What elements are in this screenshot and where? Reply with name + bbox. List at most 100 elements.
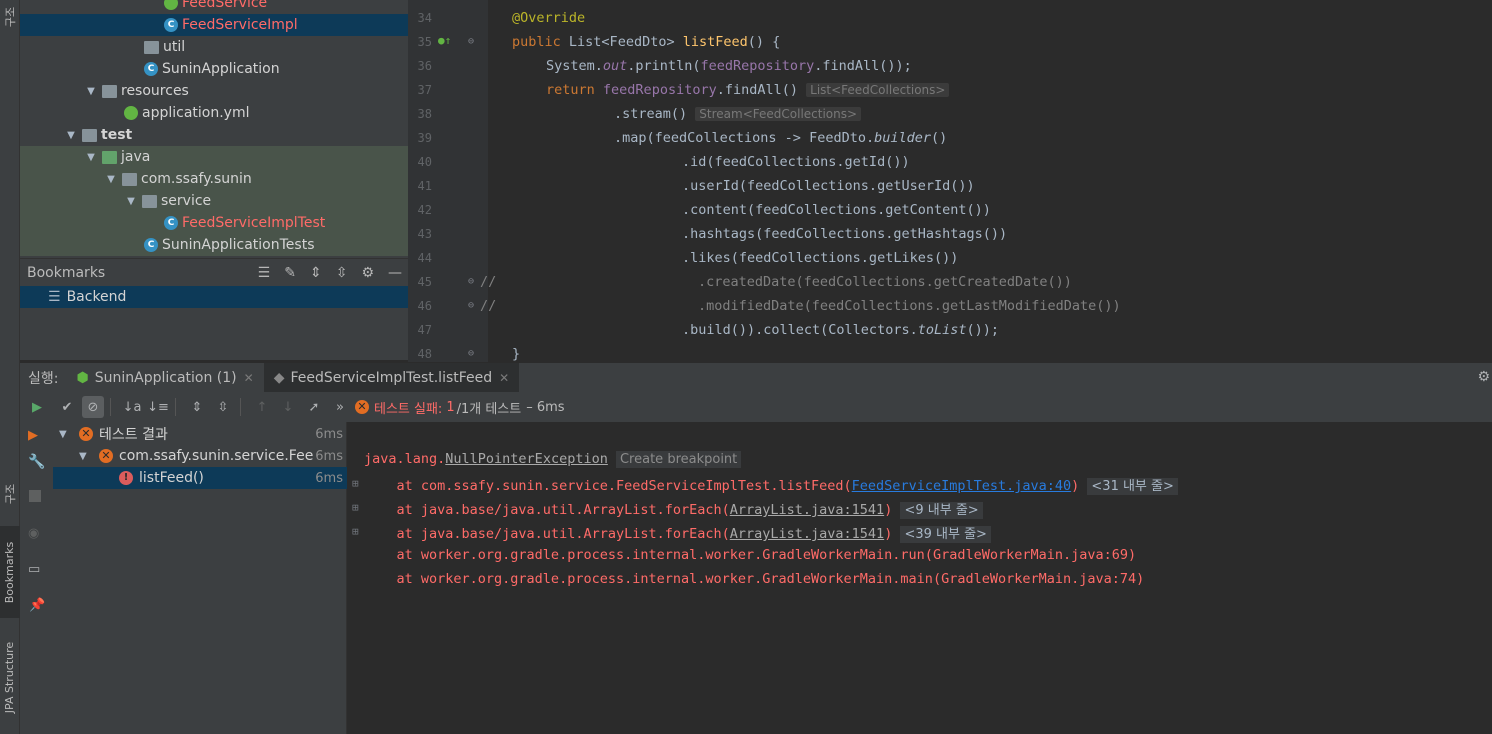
internal-lines-box[interactable]: <31 내부 줄>: [1087, 478, 1178, 495]
chevron-down-icon[interactable]: ▼: [79, 451, 93, 462]
gear-icon[interactable]: ⚙: [361, 265, 374, 281]
source-link[interactable]: ArrayList.java:1541: [730, 502, 884, 518]
close-icon[interactable]: ✕: [244, 371, 254, 385]
import-tests-icon[interactable]: ➚: [303, 396, 325, 418]
fail-icon: ✕: [355, 400, 369, 414]
expand-icon[interactable]: ⊞: [352, 525, 359, 538]
internal-lines-box[interactable]: <39 내부 줄>: [900, 526, 991, 543]
minimize-icon[interactable]: —: [388, 265, 402, 281]
console-output[interactable]: java.lang.NullPointerException Create br…: [348, 422, 1492, 734]
test-time: 6ms: [315, 470, 343, 486]
tree-item-service[interactable]: ▼ service: [20, 190, 408, 212]
layout-icon[interactable]: ▭: [28, 562, 40, 577]
code-line-36: System.out.println(feedRepository.findAl…: [546, 58, 912, 74]
fold-icon[interactable]: ⊖: [468, 300, 474, 311]
line-number: 38: [417, 107, 432, 121]
add-list-icon[interactable]: ☰: [258, 265, 271, 281]
view-icon[interactable]: ◉: [28, 526, 39, 541]
code-line-39: .map(feedCollections -> FeedDto.builder(…: [614, 130, 948, 146]
fold-icon[interactable]: ⊖: [468, 36, 474, 47]
tree-item-com-ssafy-sunin[interactable]: ▼ com.ssafy.sunin: [20, 168, 408, 190]
chevron-down-icon[interactable]: ▼: [84, 86, 98, 97]
collapse-all-icon[interactable]: ⇳: [336, 265, 348, 281]
show-ignored-icon[interactable]: ⊘: [82, 396, 104, 418]
chevron-down-icon[interactable]: ▼: [84, 152, 98, 163]
gear-icon[interactable]: ⚙: [1477, 369, 1490, 385]
tree-item-resources[interactable]: ▼ resources: [20, 80, 408, 102]
create-breakpoint-link[interactable]: Create breakpoint: [615, 451, 742, 468]
code-line-45-prefix: //: [480, 274, 497, 290]
bookmarks-header: Bookmarks ☰ ✎ ⇕ ⇳ ⚙ —: [20, 258, 408, 286]
next-failed-icon[interactable]: ↓: [277, 396, 299, 418]
show-passed-icon[interactable]: ✔: [56, 396, 78, 418]
line-number: 45: [417, 275, 432, 289]
jpa-structure-tab-label: JPA Structure: [3, 641, 17, 713]
test-root[interactable]: ▼ ✕ 테스트 결과 6ms: [53, 423, 347, 445]
tree-item-util[interactable]: util: [20, 36, 408, 58]
chevron-down-icon[interactable]: ▼: [59, 429, 73, 440]
tree-item-suninapplicationtests[interactable]: C SuninApplicationTests: [20, 234, 408, 256]
line-number: 47: [417, 323, 432, 337]
structure-tab-bottom[interactable]: 구조: [0, 470, 20, 518]
close-icon[interactable]: ✕: [499, 371, 509, 385]
stop-icon[interactable]: [29, 490, 41, 502]
more-icon[interactable]: »: [329, 396, 351, 418]
editor-gutter: 34 35 36 37 38 39 40 41 42 43 44 45 46 4…: [408, 0, 488, 362]
exception-link[interactable]: NullPointerException: [445, 451, 608, 467]
error-icon: !: [119, 471, 133, 485]
chevron-down-icon[interactable]: ▼: [64, 130, 78, 141]
sort-duration-icon[interactable]: ↓≡: [147, 396, 169, 418]
expand-all-icon[interactable]: ⇕: [186, 396, 208, 418]
exception-line: java.lang.NullPointerException Create br…: [364, 451, 742, 468]
line-number: 46: [417, 299, 432, 313]
source-link[interactable]: ArrayList.java:1541: [730, 526, 884, 542]
fold-icon[interactable]: ⊖: [468, 348, 474, 359]
test-root-label: 테스트 결과: [99, 427, 168, 443]
bookmark-item-backend[interactable]: ☰ Backend: [20, 286, 408, 308]
test-method-row[interactable]: ! listFeed() 6ms: [53, 467, 347, 489]
run-tab-suninapplication[interactable]: ⬢ SuninApplication (1) ✕: [66, 363, 263, 393]
tree-item-application-yml[interactable]: application.yml: [20, 102, 408, 124]
type-hint: Stream<FeedCollections>: [695, 107, 862, 121]
tree-item-feedservice[interactable]: FeedService: [20, 0, 408, 14]
chevron-down-icon[interactable]: ▼: [124, 196, 138, 207]
structure-tab[interactable]: 구조: [0, 0, 20, 34]
implements-method-icon[interactable]: ●↑: [438, 34, 451, 47]
tree-item-label: test: [101, 127, 133, 143]
wrench-icon[interactable]: 🔧: [28, 454, 45, 470]
internal-lines-box[interactable]: <9 내부 줄>: [900, 502, 983, 519]
rerun-icon[interactable]: ▶: [26, 396, 48, 418]
jpa-structure-tab[interactable]: JPA Structure: [0, 632, 20, 722]
code-line-41: .userId(feedCollections.getUserId()): [682, 178, 975, 194]
tree-item-java[interactable]: ▼ java: [20, 146, 408, 168]
test-class-row[interactable]: ▼ ✕ com.ssafy.sunin.service.FeedServiceI…: [53, 445, 347, 467]
class-icon: C: [164, 18, 178, 32]
pin-icon[interactable]: 📌: [29, 598, 45, 613]
tree-item-suninapplication[interactable]: C SuninApplication: [20, 58, 408, 80]
debug-rerun-icon[interactable]: ▶: [28, 428, 38, 443]
expand-all-icon[interactable]: ⇕: [310, 265, 322, 281]
collapse-all-icon[interactable]: ⇳: [212, 396, 234, 418]
tree-item-test[interactable]: ▼ test: [20, 124, 408, 146]
chevron-down-icon[interactable]: ▼: [104, 174, 118, 185]
source-link[interactable]: FeedServiceImplTest.java:40: [852, 478, 1071, 494]
tree-item-label: java: [121, 149, 151, 165]
code-line-44: .likes(feedCollections.getLikes()): [682, 250, 959, 266]
line-number: 37: [417, 83, 432, 97]
run-label: 실행:: [28, 370, 59, 387]
code-editor[interactable]: 34 35 36 37 38 39 40 41 42 43 44 45 46 4…: [408, 0, 1492, 362]
fail-icon: ✕: [79, 427, 93, 441]
expand-icon[interactable]: ⊞: [352, 501, 359, 514]
previous-failed-icon[interactable]: ↑: [251, 396, 273, 418]
line-number: 44: [417, 251, 432, 265]
edit-icon[interactable]: ✎: [284, 265, 296, 281]
tree-item-feedserviceimpl[interactable]: C FeedServiceImpl: [20, 14, 408, 36]
tree-item-feedserviceimpltest[interactable]: C FeedServiceImplTest: [20, 212, 408, 234]
tree-item-label: com.ssafy.sunin: [141, 171, 252, 187]
fold-icon[interactable]: ⊖: [468, 276, 474, 287]
expand-icon[interactable]: ⊞: [352, 477, 359, 490]
run-tab-feedserviceimpltest[interactable]: ◆ FeedServiceImplTest.listFeed ✕: [263, 362, 520, 393]
bookmarks-side-tab[interactable]: Bookmarks: [0, 526, 20, 618]
sort-alpha-icon[interactable]: ↓a: [121, 396, 143, 418]
tree-item-label: util: [163, 39, 186, 55]
